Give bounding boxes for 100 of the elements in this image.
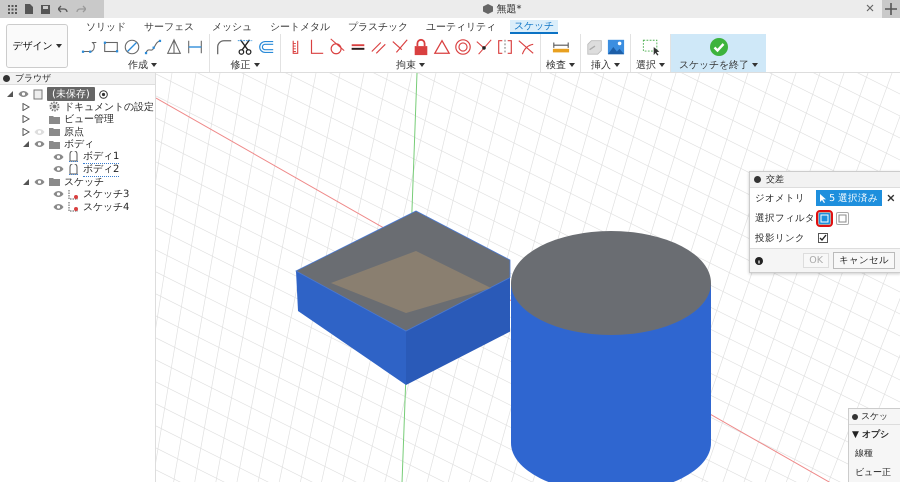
caret-icon <box>569 62 575 66</box>
info-icon[interactable] <box>755 256 763 264</box>
tree-item-label[interactable]: スケッチ3 <box>83 187 130 201</box>
collapse-icon[interactable] <box>754 176 761 183</box>
eye-icon[interactable] <box>53 202 64 210</box>
expander-icon[interactable] <box>22 115 30 123</box>
fillet-icon[interactable] <box>215 38 233 56</box>
eye-icon[interactable] <box>34 140 45 148</box>
lock-icon[interactable] <box>412 38 430 56</box>
group-menu-button[interactable]: 作成 <box>128 58 157 71</box>
document-tab-title[interactable]: 無題* <box>496 2 522 16</box>
sketch-icon <box>68 201 79 212</box>
panel-title: ブラウザ <box>15 72 51 85</box>
cylinder-body-drawing[interactable] <box>511 231 711 482</box>
concentric-icon[interactable] <box>454 38 472 56</box>
tree-item-label[interactable]: ドキュメントの設定 <box>64 100 154 114</box>
section-header[interactable]: ▼ オプシ <box>849 425 900 444</box>
ribbon-tab[interactable]: メッシュ <box>208 20 256 34</box>
option-label: 線種 <box>854 448 874 461</box>
tree-item-label[interactable]: スケッチ4 <box>83 200 130 214</box>
field-label: 投影リンク <box>755 232 806 244</box>
cursor-icon <box>820 194 828 202</box>
group-menu-button[interactable]: 選択 <box>636 58 665 71</box>
body-icon <box>68 164 79 174</box>
ribbon-tab[interactable]: サーフェス <box>140 20 198 34</box>
collapse-icon[interactable] <box>852 414 858 420</box>
eye-icon[interactable] <box>53 152 64 160</box>
filter-toggle[interactable] <box>818 212 831 224</box>
scissors-icon[interactable] <box>236 38 254 56</box>
dialog-title: 交差 <box>766 174 784 186</box>
caret-icon <box>254 62 260 66</box>
spline-icon[interactable] <box>144 38 162 56</box>
close-icon[interactable] <box>887 194 895 202</box>
gear-icon <box>49 101 60 112</box>
selection-box-icon[interactable] <box>642 38 660 56</box>
panel-title: スケッ <box>861 411 888 423</box>
tree-item-label[interactable]: ボディ1 <box>83 149 120 164</box>
app-grid-icon[interactable] <box>8 4 17 14</box>
triangle-icon[interactable] <box>165 38 183 56</box>
ribbon-tab[interactable]: プラスチック <box>344 20 412 34</box>
ribbon-tab[interactable]: シートメタル <box>266 20 334 34</box>
tree-item-label[interactable]: (未保存) <box>47 87 95 101</box>
caret-icon <box>56 44 62 48</box>
radio-icon[interactable] <box>98 90 108 98</box>
document-icon <box>33 88 43 100</box>
expander-icon[interactable] <box>6 90 14 98</box>
expander-icon[interactable] <box>22 140 30 148</box>
workspace-dropdown[interactable]: デザイン <box>6 24 68 68</box>
offset-icon[interactable] <box>257 38 275 56</box>
sketch-icon <box>68 188 79 200</box>
expander-icon[interactable] <box>22 128 30 136</box>
check-icon[interactable] <box>708 37 728 57</box>
ribbon-tab[interactable]: ユーティリティ <box>422 20 500 34</box>
folder-icon <box>49 114 60 124</box>
ribbon-tab[interactable]: スケッチ <box>510 20 558 34</box>
filter-toggle[interactable] <box>836 212 849 224</box>
caret-icon <box>659 62 665 66</box>
folder-icon <box>49 177 60 186</box>
box-body-drawing[interactable] <box>295 210 510 385</box>
plus-icon[interactable] <box>882 0 900 18</box>
tree-item-label[interactable]: ビュー管理 <box>64 112 114 126</box>
dialog-button[interactable]: キャンセル <box>833 252 895 269</box>
group-menu-button[interactable]: 挿入 <box>591 58 620 71</box>
tree-item-label[interactable]: ボディ2 <box>83 162 120 176</box>
eye-icon[interactable] <box>34 178 45 186</box>
collapse-icon[interactable] <box>3 75 10 82</box>
undo-icon[interactable] <box>58 5 68 13</box>
expander-icon[interactable] <box>22 178 30 186</box>
expander-icon[interactable] <box>22 102 30 110</box>
eye-icon[interactable] <box>53 165 64 173</box>
file-icon[interactable] <box>25 4 33 14</box>
group-menu-button[interactable]: 修正 <box>230 58 260 71</box>
group-menu-button[interactable]: 拘束 <box>396 58 425 71</box>
folder-icon <box>49 127 60 136</box>
circle-icon[interactable] <box>123 38 141 56</box>
caret-icon <box>419 62 425 66</box>
cube-icon <box>482 4 492 14</box>
group-menu-button[interactable]: 検査 <box>546 58 575 71</box>
eye-icon[interactable] <box>18 90 29 98</box>
tree-item-label[interactable]: 原点 <box>64 124 84 138</box>
caret-icon <box>614 62 620 66</box>
ribbon-tab[interactable]: ソリッド <box>82 20 130 34</box>
triangle-icon[interactable] <box>433 38 451 56</box>
caret-icon <box>151 62 157 66</box>
image-icon[interactable] <box>607 38 625 56</box>
eye-icon[interactable] <box>53 190 64 198</box>
tree-item-label[interactable]: ボディ <box>64 137 94 151</box>
save-icon[interactable] <box>41 4 50 14</box>
checkbox[interactable] <box>818 233 828 243</box>
option-label: ビュー正 <box>854 466 892 480</box>
midpoint-icon[interactable] <box>475 38 493 56</box>
tree-item-label[interactable]: スケッチ <box>64 174 104 188</box>
tangent-icon[interactable] <box>328 38 346 56</box>
symmetry-icon[interactable] <box>496 38 514 56</box>
dimension-icon[interactable] <box>186 38 204 56</box>
caret-icon <box>752 62 758 66</box>
field-label: 選択フィルタ <box>755 212 813 224</box>
body-icon <box>68 151 79 162</box>
folder-icon <box>49 140 60 148</box>
curvature-icon[interactable] <box>517 38 535 56</box>
